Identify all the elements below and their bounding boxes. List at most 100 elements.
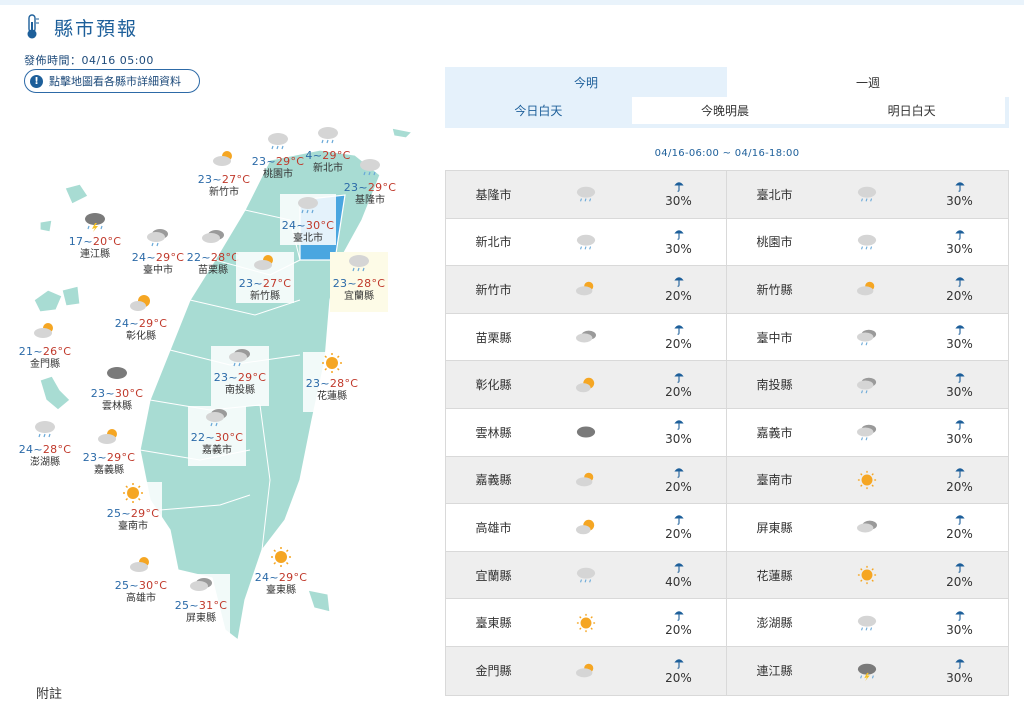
city-name: 彰化縣 bbox=[475, 378, 512, 393]
tab-week[interactable]: 一週 bbox=[727, 67, 1009, 97]
map-city-kaohsiung[interactable]: 25~30°C 高雄市 bbox=[112, 554, 170, 605]
forecast-cell[interactable]: 高雄市 20% bbox=[446, 504, 727, 551]
map-city-taipei[interactable]: 24~30°C 臺北市 bbox=[280, 194, 336, 245]
forecast-cell[interactable]: 新北市 30% bbox=[446, 218, 727, 266]
cloud-rain-icon bbox=[857, 329, 877, 346]
map-city-nantou[interactable]: 23~29°C 南投縣 bbox=[211, 346, 269, 406]
tab-tomorrow-day[interactable]: 明日白天 bbox=[818, 97, 1006, 124]
rain-cloud-icon bbox=[298, 197, 318, 214]
forecast-cell[interactable]: 臺北市 30% bbox=[727, 171, 1008, 218]
forecast-cell[interactable]: 臺南市 20% bbox=[727, 457, 1008, 504]
forecast-cell[interactable]: 南投縣 30% bbox=[727, 361, 1008, 408]
rain-percent: 30% bbox=[946, 194, 973, 209]
map-city-hsinchu-county[interactable]: 23~27°C 新竹縣 bbox=[236, 252, 294, 303]
thunder-rain-icon bbox=[85, 213, 105, 232]
rain-cloud-icon bbox=[349, 255, 369, 272]
map-city-chiayi-city[interactable]: 22~30°C 嘉義市 bbox=[188, 406, 246, 466]
weather-cell bbox=[822, 375, 912, 395]
forecast-cell[interactable]: 嘉義縣 20% bbox=[446, 456, 727, 504]
rain-probability: 20% bbox=[912, 466, 1007, 494]
map-city-pingtung[interactable]: 25~31°C 屏東縣 bbox=[172, 574, 230, 634]
forecast-cell[interactable]: 臺東縣 20% bbox=[446, 599, 727, 646]
city-name: 嘉義縣 bbox=[475, 473, 512, 488]
partly-cloudy-icon bbox=[98, 429, 117, 444]
map-city-hualien[interactable]: 23~28°C 花蓮縣 bbox=[303, 352, 361, 412]
page-title: 縣市預報 bbox=[54, 17, 139, 40]
map-city-yunlin[interactable]: 23~30°C 雲林縣 bbox=[88, 362, 146, 413]
forecast-table: 基隆市 30% 臺北市 30% 新北市 30% 桃園市 30% 新竹市 20% 新竹縣 20% 苗栗縣 2… bbox=[445, 170, 1009, 696]
forecast-cell[interactable]: 澎湖縣 30% bbox=[727, 599, 1008, 646]
rain-cloud-icon bbox=[576, 234, 596, 250]
tab-tonight[interactable]: 今晚明晨 bbox=[631, 97, 819, 124]
rain-percent: 30% bbox=[946, 432, 973, 447]
taiwan-map[interactable]: 4~29°C 新北市 23~29°C 桃園市 23~29°C 基隆市 23~27… bbox=[0, 100, 430, 660]
map-city-hsinchu-city[interactable]: 23~27°C 新竹市 bbox=[196, 148, 252, 199]
map-city-chiayi-county[interactable]: 23~29°C 嘉義縣 bbox=[80, 426, 138, 477]
map-city-keelung[interactable]: 23~29°C 基隆市 bbox=[342, 156, 398, 207]
rain-probability: 30% bbox=[912, 371, 1007, 399]
rain-cloud-icon bbox=[576, 567, 596, 583]
map-hint-button[interactable]: ! 點擊地圖看各縣市詳細資料 bbox=[24, 69, 200, 93]
rain-probability: 30% bbox=[631, 228, 726, 256]
forecast-cell[interactable]: 金門縣 20% bbox=[446, 646, 727, 695]
forecast-cell[interactable]: 苗栗縣 20% bbox=[446, 313, 727, 361]
table-row: 新竹市 20% 新竹縣 20% bbox=[446, 266, 1008, 314]
tab-today-tomorrow[interactable]: 今明 bbox=[445, 67, 727, 97]
forecast-cell[interactable]: 新竹市 20% bbox=[446, 266, 727, 313]
city-name: 澎湖縣 bbox=[756, 616, 793, 631]
rain-probability: 20% bbox=[912, 513, 1007, 541]
forecast-cell[interactable]: 彰化縣 20% bbox=[446, 361, 727, 408]
rain-probability: 30% bbox=[631, 418, 726, 446]
cloud-rain-icon bbox=[857, 377, 877, 394]
forecast-cell[interactable]: 新竹縣 20% bbox=[727, 266, 1008, 313]
rain-percent: 20% bbox=[665, 670, 692, 685]
weather-cell bbox=[822, 279, 912, 299]
weather-cell bbox=[541, 422, 631, 442]
rain-percent: 20% bbox=[946, 575, 973, 590]
rain-probability: 20% bbox=[631, 513, 726, 541]
umbrella-icon bbox=[954, 325, 965, 335]
rain-probability: 30% bbox=[912, 609, 1007, 637]
map-city-changhua[interactable]: 24~29°C 彰化縣 bbox=[112, 292, 170, 343]
forecast-cell[interactable]: 基隆市 30% bbox=[446, 171, 727, 218]
map-city-taitung[interactable]: 24~29°C 臺東縣 bbox=[252, 546, 310, 597]
weather-cell bbox=[541, 661, 631, 681]
map-city-taichung[interactable]: 24~29°C 臺中市 bbox=[129, 226, 187, 277]
sunny-icon bbox=[271, 547, 291, 567]
table-row: 高雄市 20% 屏東縣 20% bbox=[446, 504, 1008, 552]
forecast-cell[interactable]: 桃園市 30% bbox=[727, 219, 1008, 266]
map-city-penghu[interactable]: 24~28°C 澎湖縣 bbox=[16, 418, 74, 469]
city-name: 嘉義市 bbox=[756, 425, 793, 440]
map-city-tainan[interactable]: 25~29°C 臺南市 bbox=[104, 482, 162, 542]
forecast-cell[interactable]: 雲林縣 30% bbox=[446, 408, 727, 456]
weather-cell bbox=[822, 232, 912, 252]
forecast-cell[interactable]: 嘉義市 30% bbox=[727, 409, 1008, 456]
city-name: 新北市 bbox=[475, 235, 512, 250]
weather-cell bbox=[541, 184, 631, 204]
forecast-cell[interactable]: 屏東縣 20% bbox=[727, 504, 1008, 551]
weather-cell bbox=[541, 565, 631, 585]
forecast-cell[interactable]: 花蓮縣 20% bbox=[727, 552, 1008, 599]
umbrella-icon bbox=[954, 515, 965, 526]
forecast-cell[interactable]: 宜蘭縣 40% bbox=[446, 551, 727, 599]
rain-probability: 20% bbox=[912, 561, 1007, 589]
rain-percent: 30% bbox=[946, 622, 973, 637]
weather-cell bbox=[541, 232, 631, 252]
map-city-miaoli[interactable]: 22~28°C 苗栗縣 bbox=[185, 226, 241, 277]
partly-cloudy-icon bbox=[34, 323, 53, 338]
table-row: 嘉義縣 20% 臺南市 20% bbox=[446, 456, 1008, 505]
weather-cell bbox=[541, 375, 631, 395]
map-city-lienchiang[interactable]: 17~20°C 連江縣 bbox=[66, 210, 124, 261]
map-city-taoyuan[interactable]: 23~29°C 桃園市 bbox=[250, 130, 306, 181]
forecast-cell[interactable]: 臺中市 30% bbox=[727, 314, 1008, 361]
sunny-icon bbox=[576, 613, 596, 632]
time-tabs: 今日白天 今晚明晨 明日白天 bbox=[445, 97, 1009, 128]
tab-today-day[interactable]: 今日白天 bbox=[445, 97, 632, 124]
partly-cloudy-icon bbox=[130, 557, 149, 572]
map-city-kinmen[interactable]: 21~26°C 金門縣 bbox=[16, 320, 74, 371]
city-name: 連江縣 bbox=[756, 664, 793, 679]
rain-probability: 30% bbox=[631, 180, 726, 208]
forecast-cell[interactable]: 連江縣 30% bbox=[727, 647, 1008, 695]
map-city-yilan[interactable]: 23~28°C 宜蘭縣 bbox=[330, 252, 388, 312]
umbrella-icon bbox=[954, 420, 965, 431]
